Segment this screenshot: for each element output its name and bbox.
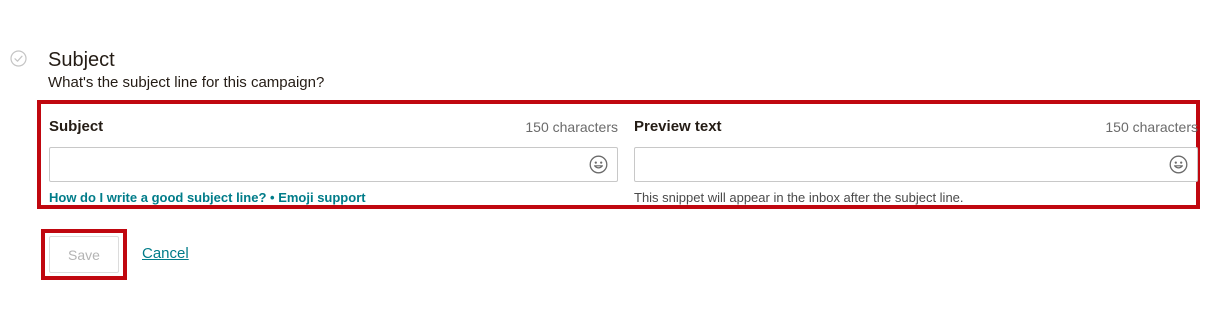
subject-form-highlight: Subject 150 characters How do I write a …: [37, 100, 1200, 209]
smiley-icon[interactable]: [1169, 155, 1188, 174]
preview-input-wrapper: [634, 147, 1198, 182]
preview-char-count: 150 characters: [1105, 119, 1198, 135]
subject-input[interactable]: [50, 148, 617, 181]
subject-input-wrapper: [49, 147, 618, 182]
save-button[interactable]: Save: [49, 236, 119, 273]
preview-field-header: Preview text 150 characters: [634, 118, 1198, 138]
cancel-link[interactable]: Cancel: [142, 245, 189, 262]
section-header: Subject What's the subject line for this…: [10, 48, 324, 93]
preview-help-row: This snippet will appear in the inbox af…: [634, 190, 964, 206]
section-title: Subject: [48, 49, 115, 71]
help-separator: •: [266, 190, 279, 205]
subject-field-header: Subject 150 characters: [49, 118, 618, 138]
smiley-icon[interactable]: [589, 155, 608, 174]
subject-char-count: 150 characters: [525, 119, 618, 135]
subject-help-row: How do I write a good subject line? • Em…: [49, 190, 366, 206]
preview-input[interactable]: [635, 148, 1197, 181]
preview-help-text: This snippet will appear in the inbox af…: [634, 190, 964, 205]
subject-help-link[interactable]: How do I write a good subject line?: [49, 190, 266, 205]
section-description: What's the subject line for this campaig…: [48, 74, 325, 91]
section-heading-group: Subject What's the subject line for this…: [48, 48, 324, 93]
check-circle-icon: [10, 50, 27, 67]
subject-label: Subject: [49, 118, 104, 135]
emoji-support-link[interactable]: Emoji support: [278, 190, 365, 205]
preview-label: Preview text: [634, 118, 722, 135]
